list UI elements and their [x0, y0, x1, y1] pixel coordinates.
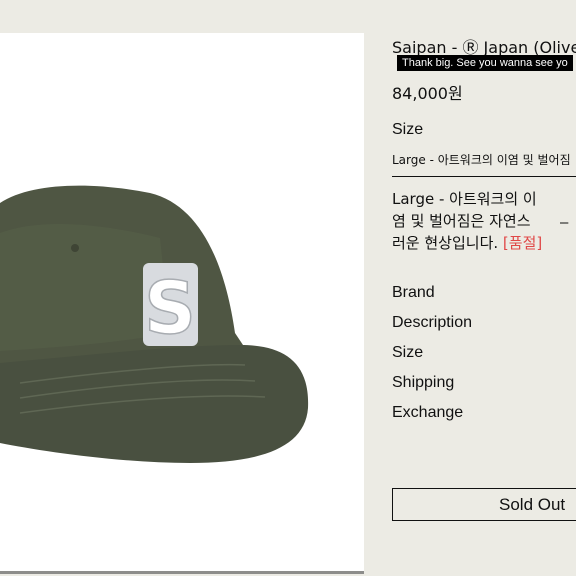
baseball-cap-image: S: [0, 185, 309, 463]
sold-out-button[interactable]: Sold Out: [392, 488, 576, 521]
info-size[interactable]: Size: [392, 344, 472, 374]
selected-option-line: 염 및 벌어짐은 자연스: [392, 212, 531, 230]
size-label: Size: [392, 121, 424, 138]
selected-option-name: Large - 아트워크의 이 염 및 벌어짐은 자연스 러운 현상입니다. […: [392, 188, 544, 254]
image-divider: [0, 571, 364, 574]
soldout-tag: [품절]: [502, 234, 543, 252]
size-select[interactable]: Large - 아트워크의 이염 및 벌어짐: [392, 150, 576, 177]
info-shipping[interactable]: Shipping: [392, 374, 472, 404]
selected-option-line: Large - 아트워크의 이: [392, 190, 537, 208]
info-list: Brand Description Size Shipping Exchange: [392, 284, 472, 434]
cap-logo-letter: S: [144, 266, 196, 350]
info-description[interactable]: Description: [392, 314, 472, 344]
info-brand[interactable]: Brand: [392, 284, 472, 314]
tooltip: Thank big. See you wanna see yo: [397, 55, 573, 71]
selected-option: Large - 아트워크의 이 염 및 벌어짐은 자연스 러운 현상입니다. […: [392, 188, 576, 260]
remove-option-button[interactable]: –: [560, 214, 568, 231]
info-exchange[interactable]: Exchange: [392, 404, 472, 434]
product-price: 84,000원: [392, 84, 463, 103]
selected-option-line: 러운 현상입니다.: [392, 234, 499, 252]
product-image[interactable]: S: [0, 33, 364, 571]
